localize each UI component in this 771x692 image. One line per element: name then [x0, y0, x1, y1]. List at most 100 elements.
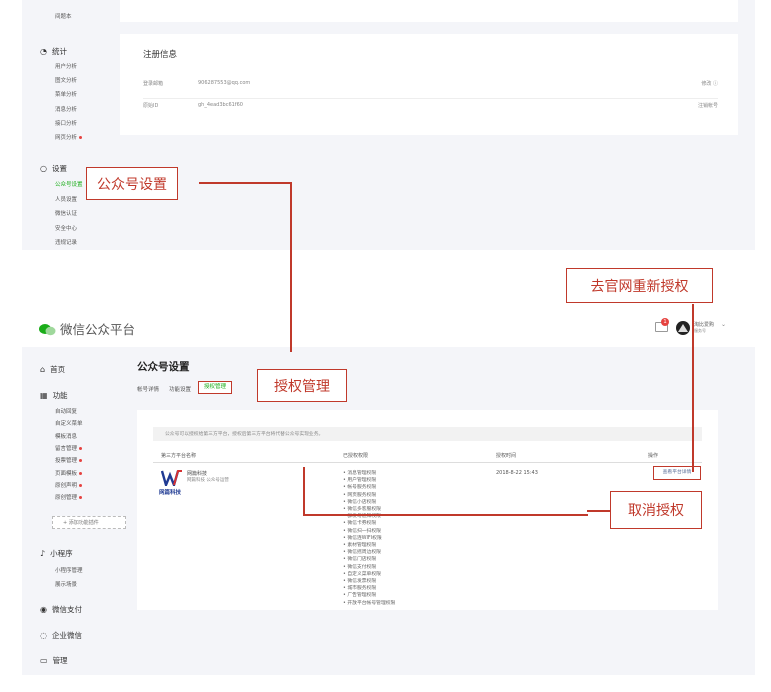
sidebar-item-stats-label: 图文分析: [55, 78, 78, 85]
add-plugin-button[interactable]: + 添加功能插件: [52, 516, 126, 529]
user-name[interactable]: 淘比爱购: [694, 321, 714, 328]
sidebar-item-stats-label: 菜单分析: [55, 92, 78, 99]
sidebar-item-function[interactable]: 模板消息: [55, 432, 77, 440]
registration-row-value: 906287553@qq.com: [198, 80, 251, 86]
chevron-down-icon[interactable]: ⌄: [721, 321, 726, 328]
permission-label: 广告管理权限: [347, 593, 377, 599]
red-dot-indicator: [79, 446, 83, 450]
permission-label: 帐号服务权限: [347, 485, 377, 491]
permission-item: • 自定义菜单权限: [343, 571, 395, 578]
sidebar-item-stats[interactable]: 图文分析: [55, 76, 77, 84]
registration-card: 注册信息 登录邮箱 906287553@qq.com 修改 ⓘ 原始ID gh_…: [120, 34, 738, 135]
pay-icon: ◉: [40, 605, 47, 614]
sidebar-item-settings[interactable]: 违规记录: [55, 238, 77, 246]
sidebar-item-mini-manage[interactable]: 小程序管理: [55, 566, 83, 574]
red-dot-indicator: [79, 459, 83, 463]
permission-item: • 微信扫一扫权限: [343, 528, 395, 535]
permission-label: 网页服务权限: [347, 492, 377, 498]
sidebar-item-function-label: 投票管理: [55, 458, 78, 465]
permission-label: 微信门店权限: [347, 557, 377, 563]
sidebar-item-function-label: 页面模板: [55, 470, 78, 477]
callout-gzh-settings: 公众号设置: [86, 167, 178, 200]
permission-label: 微信连WIFI权限: [347, 535, 382, 541]
sidebar-section-function[interactable]: ▦ 功能: [40, 390, 68, 401]
sidebar-section-stats[interactable]: ◔ 统计: [40, 46, 67, 57]
sidebar-item-stats[interactable]: 菜单分析: [55, 90, 77, 98]
permission-item: • 微信连WIFI权限: [343, 535, 395, 542]
chart-icon: ◔: [40, 47, 47, 56]
permission-item: • 素材管理权限: [343, 542, 395, 549]
sidebar-item-settings[interactable]: 微信认证: [55, 209, 77, 217]
sidebar-item-stats-label: 用户分析: [55, 64, 78, 70]
sidebar-item-settings-label: 人员设置: [55, 196, 78, 203]
sidebar-section-function-label: 功能: [52, 391, 68, 400]
view-platform-link[interactable]: 查看平台详情: [653, 466, 701, 480]
sidebar-item-function[interactable]: 自动回复: [55, 407, 77, 415]
sidebar-item-function[interactable]: 投票管理: [55, 456, 83, 465]
sidebar-section-work-label: 企业微信: [51, 631, 82, 640]
deregister-link[interactable]: 注销帐号: [698, 102, 718, 109]
registration-row: 原始ID gh_4ead3bc61f60 注销帐号: [143, 100, 718, 120]
connector-line: [303, 514, 588, 516]
sidebar-item-function-label: 原创管理: [55, 495, 78, 502]
sidebar-section-work[interactable]: ◌ 企业微信: [40, 630, 82, 641]
sidebar-section-settings-label: 设置: [51, 164, 67, 173]
sidebar-item-stats[interactable]: 接口分析: [55, 119, 77, 127]
permission-label: 自定义菜单权限: [347, 571, 381, 577]
notice-text: 公众号可以授权给第三方平台，授权后第三方平台将代替公众号实现业务。: [165, 432, 324, 437]
header-time: 授权时间: [496, 453, 517, 459]
callout-auth-management: 授权管理: [257, 369, 347, 402]
sidebar-item-stats[interactable]: 消息分析: [55, 105, 77, 113]
tab-auth[interactable]: 授权管理: [198, 381, 232, 394]
permission-label: 微信卡券权限: [347, 521, 377, 527]
permission-item: • 微信门店权限: [343, 556, 395, 563]
permission-label: 开放平台帐号管理权限: [347, 600, 396, 606]
red-dot-indicator: [79, 496, 83, 500]
permission-label: 微信扫一扫权限: [347, 528, 381, 534]
miniprogram-icon: ♪: [40, 549, 46, 558]
auth-time: 2018-8-22 15:43: [496, 470, 538, 476]
sidebar-item-function-label: 模板消息: [55, 433, 78, 440]
sidebar-item-function[interactable]: 原创声明: [55, 481, 83, 489]
tab-account[interactable]: 帐号详情: [137, 385, 159, 393]
permission-item: • 广告管理权限: [343, 592, 395, 599]
sidebar-item-settings-label: 违规记录: [55, 240, 78, 246]
permission-item: • 微信卡券权限: [343, 520, 395, 527]
sidebar-item-settings[interactable]: 人员设置: [55, 195, 77, 203]
sidebar-item-prev[interactable]: 间题本: [55, 12, 72, 20]
sidebar-item-stats[interactable]: 用户分析: [55, 62, 77, 70]
permission-label: 微信发票权限: [347, 579, 377, 585]
sidebar-item-stats-label: 消息分析: [55, 106, 78, 113]
sidebar-item-function[interactable]: 留言管理: [55, 444, 83, 452]
sidebar-home[interactable]: ⌂ 首页: [40, 364, 65, 375]
sidebar-item-function-label: 原创声明: [55, 482, 78, 489]
table-row: 网篇科技 网篇科技 网篇科技 公众号运营 • 消息管理权限 • 用户管理权限 • 帐…: [153, 466, 702, 606]
sidebar-item-function-label: 留言管理: [55, 445, 78, 452]
callout-cancel-auth: 取消授权: [610, 491, 702, 529]
permissions-list: • 消息管理权限 • 用户管理权限 • 帐号服务权限 • 网页服务权限 • 微信小店权限…: [343, 470, 395, 607]
modify-link[interactable]: 修改 ⓘ: [701, 80, 718, 87]
sidebar-item-function[interactable]: 原创管理: [55, 493, 83, 502]
sidebar-item-function[interactable]: 自定义菜单: [55, 419, 83, 427]
sidebar-item-function[interactable]: 页面模板: [55, 469, 83, 477]
permission-label: 微信支付权限: [347, 564, 377, 570]
sidebar-section-pay-label: 微信支付: [51, 605, 82, 614]
sidebar-item-settings[interactable]: 安全中心: [55, 224, 77, 232]
avatar[interactable]: [676, 321, 690, 335]
permission-label: 素材管理权限: [347, 543, 377, 549]
sidebar-section-pay[interactable]: ◉ 微信支付: [40, 604, 82, 615]
sidebar-item-settings[interactable]: 公众号设置: [55, 180, 83, 188]
sidebar-section-miniprogram-label: 小程序: [50, 549, 73, 558]
manage-icon: ▭: [40, 656, 48, 665]
notification-badge: 1: [661, 318, 669, 326]
sidebar-section-stats-label: 统计: [51, 47, 67, 56]
sidebar-item-stats[interactable]: 网页分析: [55, 133, 83, 141]
sidebar-item-mini-scene[interactable]: 展示场景: [55, 580, 77, 588]
sidebar-section-settings[interactable]: ○ 设置: [40, 163, 67, 174]
circle-icon: ○: [40, 164, 47, 173]
connector-line: [303, 467, 305, 515]
sidebar-section-manage[interactable]: ▭ 管理: [40, 655, 68, 666]
tab-function[interactable]: 功能设置: [169, 385, 191, 393]
permission-item: • 消息管理权限: [343, 470, 395, 477]
sidebar-section-miniprogram[interactable]: ♪ 小程序: [40, 548, 73, 559]
